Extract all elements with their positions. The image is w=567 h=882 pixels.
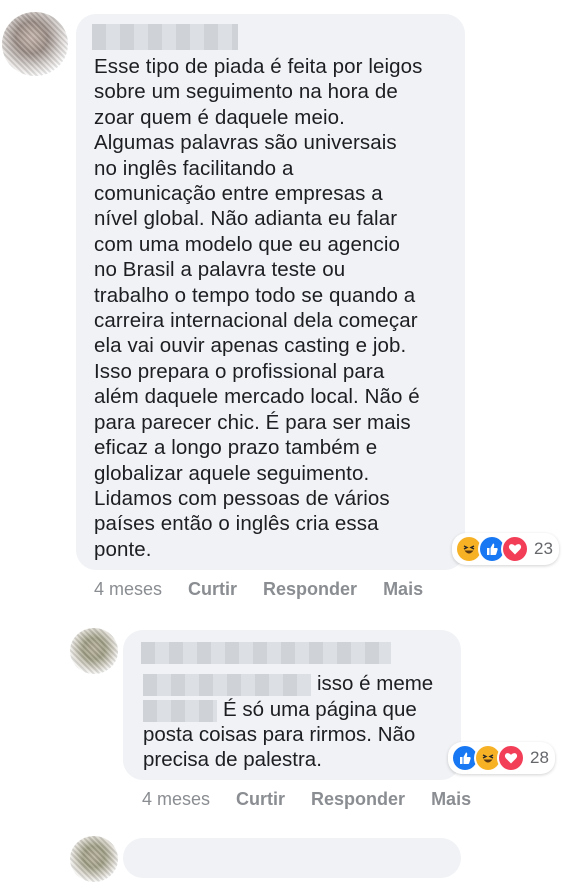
more-button[interactable]: Mais [383,579,423,600]
reply-text-line-1: isso é meme [317,672,434,695]
comment-text: Esse tipo de piada é feita por leigos so… [94,55,423,561]
mentioned-user-redacted-2[interactable] [143,700,217,722]
reply-commenter-avatar[interactable] [70,628,118,674]
love-icon [497,744,525,772]
like-button[interactable]: Curtir [188,579,237,600]
commenter-name-redacted[interactable] [92,24,238,50]
reply-actions: 4 meses Curtir Responder Mais [142,789,497,810]
reply-text-line-2: É só uma página que [223,698,417,721]
reply-reaction-summary[interactable]: 28 [448,742,555,774]
reply-name-redacted[interactable] [141,642,391,664]
like-button[interactable]: Curtir [236,789,285,810]
next-comment-bubble [123,838,461,878]
reply-text-line-4: precisa de palestra. [143,748,322,771]
mentioned-user-redacted[interactable] [143,674,311,696]
reaction-count: 23 [534,539,553,558]
commenter-avatar[interactable] [2,12,68,76]
next-commenter-avatar[interactable] [70,836,118,882]
reply-button[interactable]: Responder [311,789,405,810]
comment-timestamp[interactable]: 4 meses [94,579,162,600]
love-icon [501,535,529,563]
reaction-count: 28 [530,748,549,767]
reply-button[interactable]: Responder [263,579,357,600]
reaction-summary[interactable]: 23 [452,533,559,565]
reply-bubble: isso é meme É só uma página que posta co… [123,630,461,780]
more-button[interactable]: Mais [431,789,471,810]
reply-text-line-3: posta coisas para rirmos. Não [143,723,416,746]
comment-bubble: Esse tipo de piada é feita por leigos so… [76,14,465,570]
reply-timestamp[interactable]: 4 meses [142,789,210,810]
comment-actions: 4 meses Curtir Responder Mais [94,579,449,600]
